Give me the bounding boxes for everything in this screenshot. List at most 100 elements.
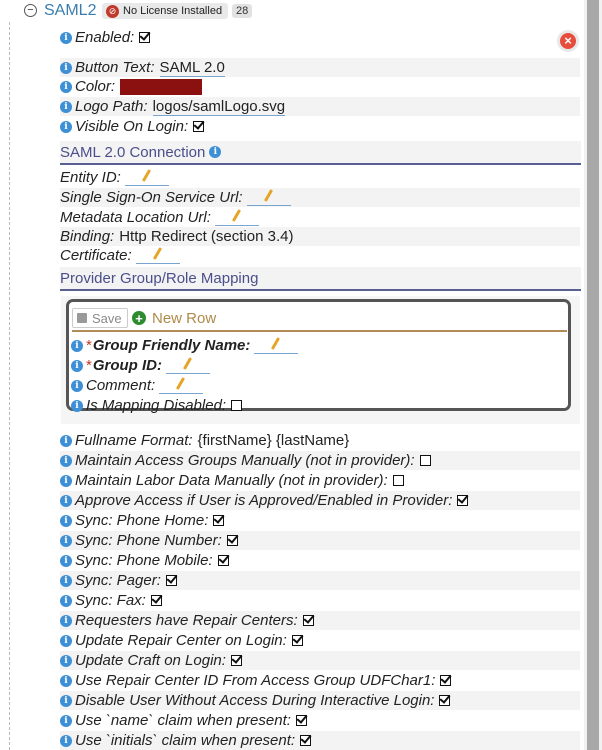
info-icon[interactable]: i [60, 694, 72, 707]
option-label: Sync: Phone Home: [75, 512, 209, 529]
info-icon[interactable]: i [71, 359, 83, 372]
connection-section-header: SAML 2.0 Connection i [60, 141, 581, 165]
option-checkbox[interactable] [165, 575, 177, 586]
saml2-settings-panel: − SAML2 ⊘ No License Installed 28 × i En… [0, 0, 602, 750]
info-icon[interactable]: i [60, 734, 72, 747]
pencil-icon[interactable] [135, 247, 180, 264]
option-checkbox[interactable] [440, 675, 452, 686]
mapping-grid-container: Save + New Row i * Group Friendly Name: … [61, 296, 580, 424]
info-icon[interactable]: i [60, 674, 72, 687]
button-text-value[interactable]: SAML 2.0 [159, 59, 225, 77]
option-checkbox[interactable] [439, 695, 451, 706]
scrollbar[interactable] [584, 0, 602, 750]
field-label: Certificate: [60, 247, 132, 264]
tree-guide [9, 22, 11, 750]
info-icon[interactable]: i [60, 474, 72, 487]
option-label: Maintain Access Groups Manually (not in … [75, 452, 415, 469]
color-swatch[interactable] [120, 78, 203, 95]
mapping-toolbar: Save + New Row [72, 308, 567, 332]
option-row: i Fullname Format: {firstName} {lastName} [60, 431, 580, 450]
save-button[interactable]: Save [72, 308, 128, 328]
option-row: i Maintain Access Groups Manually (not in… [60, 451, 580, 470]
collapse-icon[interactable]: − [24, 4, 37, 17]
info-icon[interactable]: i [60, 100, 72, 113]
visible-on-login-checkbox[interactable] [193, 121, 205, 132]
option-value[interactable]: {firstName} {lastName} [198, 432, 350, 449]
option-row: i Update Repair Center on Login: [60, 631, 580, 650]
required-marker: * [86, 357, 92, 374]
option-checkbox[interactable] [302, 615, 314, 626]
field-label: Entity ID: [60, 169, 121, 186]
option-checkbox[interactable] [295, 715, 307, 726]
option-checkbox[interactable] [392, 475, 404, 486]
field-label: Group ID: [92, 357, 162, 374]
pencil-icon[interactable] [246, 189, 291, 206]
option-row: i Sync: Phone Home: [60, 511, 580, 530]
option-row: i Use `initials` claim when present: [60, 731, 580, 750]
option-label: Sync: Phone Mobile: [75, 552, 213, 569]
option-checkbox[interactable] [217, 555, 229, 566]
pencil-icon[interactable] [159, 377, 204, 394]
option-checkbox[interactable] [150, 595, 162, 606]
info-icon[interactable]: i [60, 614, 72, 627]
info-icon[interactable]: i [71, 339, 83, 352]
option-checkbox[interactable] [457, 495, 469, 506]
option-row: i Sync: Pager: [60, 571, 580, 590]
info-icon[interactable]: i [60, 80, 72, 93]
option-checkbox[interactable] [226, 535, 238, 546]
section-header: − SAML2 ⊘ No License Installed 28 [0, 0, 584, 22]
new-row-label: New Row [152, 309, 217, 327]
info-icon[interactable]: i [60, 120, 72, 133]
pencil-icon[interactable] [166, 357, 210, 374]
info-icon[interactable]: i [60, 534, 72, 547]
pencil-icon[interactable] [214, 209, 259, 226]
info-icon[interactable]: i [60, 494, 72, 507]
field-enabled: i Enabled: [60, 28, 580, 47]
option-row: i Sync: Phone Mobile: [60, 551, 580, 570]
option-label: Sync: Fax: [75, 592, 146, 609]
option-label: Use `name` claim when present: [75, 712, 291, 729]
info-icon[interactable]: i [60, 61, 72, 74]
field-label: Metadata Location Url: [60, 209, 211, 226]
option-label: Update Craft on Login: [75, 652, 226, 669]
option-checkbox[interactable] [230, 655, 242, 666]
field-sso-url: Single Sign-On Service Url: [60, 188, 580, 207]
plus-icon: + [132, 311, 146, 325]
option-row: i Use `name` claim when present: [60, 711, 580, 730]
info-icon[interactable]: i [60, 454, 72, 467]
info-icon[interactable]: i [60, 514, 72, 527]
info-icon[interactable]: i [209, 146, 222, 158]
scrollbar-thumb[interactable] [587, 0, 599, 750]
pencil-icon[interactable] [254, 337, 299, 354]
info-icon[interactable]: i [60, 634, 72, 647]
info-icon[interactable]: i [60, 594, 72, 607]
new-row-button[interactable]: + New Row [132, 308, 216, 328]
info-icon[interactable]: i [60, 654, 72, 667]
option-row: i Update Craft on Login: [60, 651, 580, 670]
info-icon[interactable]: i [71, 399, 83, 412]
option-label: Sync: Phone Number: [75, 532, 222, 549]
info-icon[interactable]: i [60, 714, 72, 727]
info-icon[interactable]: i [60, 574, 72, 587]
option-label: Update Repair Center on Login: [75, 632, 287, 649]
info-icon[interactable]: i [60, 554, 72, 567]
info-icon[interactable]: i [60, 434, 72, 447]
option-checkbox[interactable] [291, 635, 303, 646]
field-button-text: i Button Text: SAML 2.0 [60, 58, 580, 77]
info-icon[interactable]: i [60, 31, 72, 44]
logo-path-value[interactable]: logos/samlLogo.svg [152, 98, 286, 116]
mapping-disabled-checkbox[interactable] [231, 400, 243, 411]
option-checkbox[interactable] [419, 455, 431, 466]
pencil-icon[interactable] [124, 169, 169, 186]
field-label: Logo Path: [75, 98, 148, 115]
field-entity-id: Entity ID: [60, 168, 580, 187]
info-icon[interactable]: i [71, 379, 83, 392]
enabled-checkbox[interactable] [139, 32, 151, 43]
option-row: i Sync: Phone Number: [60, 531, 580, 550]
section-title[interactable]: SAML2 [44, 2, 96, 20]
option-checkbox[interactable] [300, 735, 312, 746]
option-label: Use `initials` claim when present: [75, 732, 296, 749]
field-label: Single Sign-On Service Url: [60, 189, 243, 206]
binding-value[interactable]: Http Redirect (section 3.4) [119, 228, 293, 245]
option-checkbox[interactable] [213, 515, 225, 526]
